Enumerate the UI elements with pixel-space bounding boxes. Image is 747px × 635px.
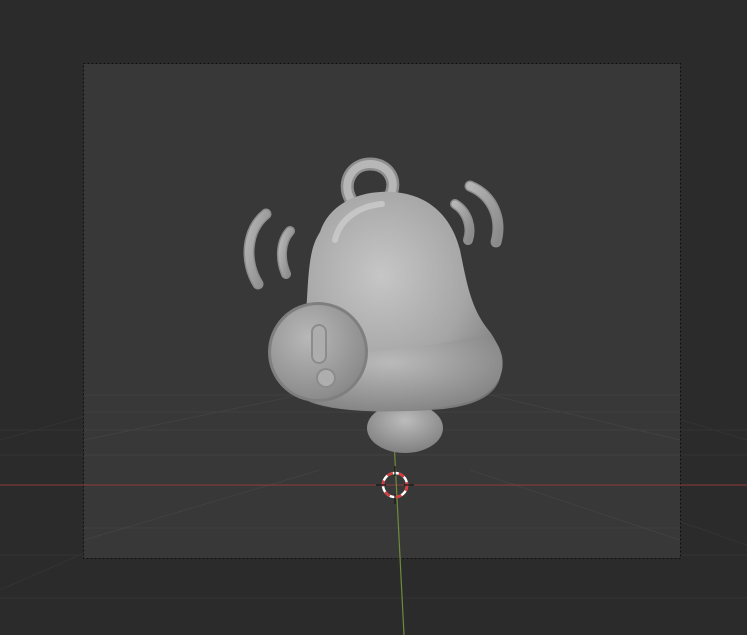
3d-viewport[interactable] [0,0,747,635]
viewport-scene [0,63,747,635]
alert-badge [268,302,368,402]
